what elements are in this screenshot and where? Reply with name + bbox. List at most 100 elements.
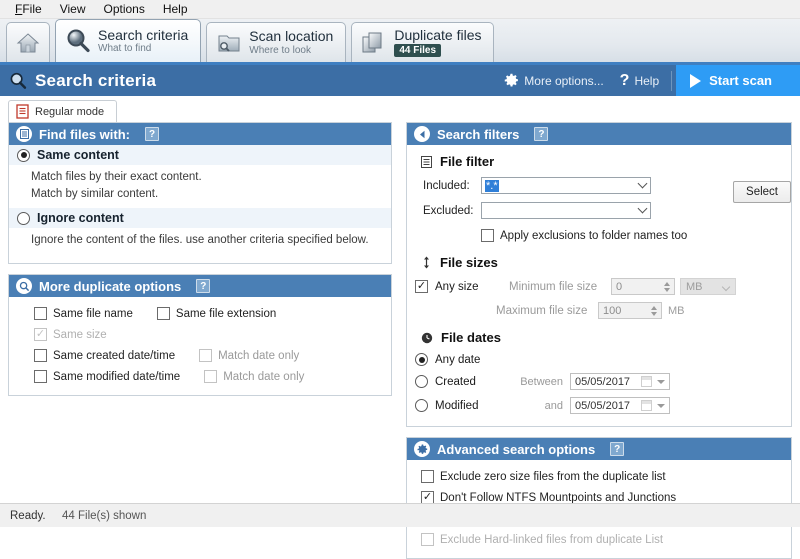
select-button-wrap: Select <box>721 175 791 203</box>
select-button[interactable]: Select <box>733 181 791 203</box>
find-files-help-icon[interactable]: ? <box>145 127 159 141</box>
chevron-down-icon[interactable] <box>721 282 731 292</box>
header-divider <box>671 70 673 91</box>
menu-item-view-label: View <box>59 2 86 16</box>
spinner-arrows[interactable] <box>660 279 673 294</box>
file-filter-fields: Included: *.* Excluded: Select <box>407 175 791 221</box>
checkbox-same-size: ✓ <box>34 328 47 342</box>
spinner-down-icon[interactable] <box>650 311 657 316</box>
checkbox-same-created-datetime[interactable] <box>34 349 47 363</box>
radio-modified-date[interactable] <box>415 399 428 412</box>
option-ignore-content[interactable]: Ignore content <box>9 208 391 229</box>
chevron-down-icon[interactable] <box>637 203 648 214</box>
checkbox-exclude-zero-size-files[interactable] <box>421 470 434 483</box>
checkbox-same-file-name-label: Same file name <box>53 307 133 320</box>
included-row: Included: *.* <box>407 175 721 196</box>
checkbox-same-file-extension[interactable] <box>156 307 170 321</box>
excluded-label: Excluded: <box>423 204 474 217</box>
modified-date-value: 05/05/2017 <box>575 399 631 412</box>
find-files-panel: Find files with: ? Same content Match fi… <box>8 122 392 265</box>
menu-item-options[interactable]: Options <box>94 0 153 18</box>
find-files-title: Find files with: <box>39 126 130 142</box>
help-button[interactable]: ? Help <box>612 65 667 96</box>
modified-date-input[interactable]: 05/05/2017 <box>570 397 670 414</box>
start-scan-button[interactable]: Start scan <box>676 65 800 96</box>
magnifier-icon <box>65 28 91 54</box>
created-date-input[interactable]: 05/05/2017 <box>570 373 670 390</box>
radio-same-content[interactable] <box>17 148 30 162</box>
play-icon <box>690 73 702 88</box>
file-filter-group-title: File filter <box>407 147 791 175</box>
spinner-down-icon[interactable] <box>663 287 670 292</box>
back-arrow-icon[interactable] <box>414 126 430 142</box>
checkbox-row: Same modified date/time Match date only <box>9 366 391 387</box>
tab-scan-location-subtitle: Where to look <box>249 44 311 56</box>
checkbox-same-file-name[interactable] <box>34 307 47 321</box>
included-input[interactable]: *.* <box>481 177 651 194</box>
gear-icon <box>504 73 519 88</box>
tab-regular-mode[interactable]: Regular mode <box>8 100 118 122</box>
tab-search-criteria[interactable]: Search criteria What to find <box>55 19 202 62</box>
menu-item-help[interactable]: Help <box>154 0 197 18</box>
checkbox-any-size-label: Any size <box>435 280 479 293</box>
file-filter-label: File filter <box>440 154 495 169</box>
radio-modified-date-label: Modified <box>435 399 479 412</box>
tab-regular-mode-label: Regular mode <box>35 105 105 118</box>
menu-item-view[interactable]: View <box>51 0 95 18</box>
radio-ignore-content[interactable] <box>17 211 30 225</box>
calendar-icon[interactable] <box>641 376 652 387</box>
menu-bar: FFile View Options Help <box>0 0 800 19</box>
resize-icon <box>421 256 432 269</box>
checkbox-same-size-label: Same size <box>53 328 107 341</box>
tab-duplicate-files[interactable]: Duplicate files 44 Files <box>351 22 495 62</box>
spinner-up-icon[interactable] <box>650 305 657 310</box>
checkbox-any-size[interactable]: ✓ <box>415 280 428 293</box>
home-icon <box>16 31 40 55</box>
tab-scan-location[interactable]: Scan location Where to look <box>206 22 347 62</box>
magnifier-icon <box>16 278 32 295</box>
minimum-file-size-input[interactable]: 0 <box>611 278 675 295</box>
included-label: Included: <box>423 179 470 192</box>
tab-duplicate-files-title: Duplicate files <box>394 26 482 43</box>
any-date-row[interactable]: Any date <box>407 351 791 368</box>
search-filters-header: Search filters ? <box>407 123 791 145</box>
more-duplicate-options-help-icon[interactable]: ? <box>196 279 211 294</box>
radio-any-date[interactable] <box>415 353 428 366</box>
advanced-search-options-help-icon[interactable]: ? <box>610 442 625 456</box>
ignore-content-desc-line-1: Ignore the content of the files. use ano… <box>31 234 369 247</box>
option-same-content[interactable]: Same content <box>9 145 391 165</box>
checkbox-same-modified-datetime[interactable] <box>34 370 47 384</box>
tab-home[interactable] <box>6 22 50 62</box>
minimum-unit-select[interactable]: MB <box>680 278 736 295</box>
tab-scan-location-title: Scan location <box>249 28 334 45</box>
status-bar: Ready. 44 File(s) shown <box>0 503 800 527</box>
maximum-file-size-label: Maximum file size <box>496 304 588 317</box>
chevron-down-icon[interactable] <box>657 404 665 408</box>
excluded-input[interactable] <box>481 202 651 219</box>
spinner-arrows[interactable] <box>647 303 660 318</box>
spinner-up-icon[interactable] <box>663 281 670 286</box>
documents-icon <box>361 30 387 56</box>
status-files-shown: 44 File(s) shown <box>62 509 147 522</box>
more-options-button[interactable]: More options... <box>496 65 611 96</box>
maximum-file-size-input[interactable]: 100 <box>598 302 662 319</box>
search-filters-title: Search filters <box>437 126 520 142</box>
checkbox-exclude-zero-size-files-label: Exclude zero size files from the duplica… <box>440 470 666 483</box>
apply-exclusions-row: Apply exclusions to folder names too <box>407 221 791 246</box>
help-label: Help <box>634 73 660 88</box>
radio-created-date[interactable] <box>415 375 428 388</box>
chevron-down-icon[interactable] <box>657 380 665 384</box>
included-value: *.* <box>485 179 499 192</box>
right-pane-inner: Search filters ? File filter Included: *… <box>400 96 800 559</box>
chevron-down-icon[interactable] <box>637 178 648 189</box>
any-size-row: ✓ Any size Minimum file size 0 MB <box>407 276 791 297</box>
checkbox-apply-exclusions-folder-names[interactable] <box>481 229 494 242</box>
menu-item-file[interactable]: FFile <box>6 0 51 18</box>
calendar-icon[interactable] <box>641 400 652 411</box>
search-filters-help-icon[interactable]: ? <box>534 127 549 141</box>
page-title: Search criteria <box>35 70 157 90</box>
minimum-unit-value: MB <box>686 280 703 293</box>
main-content: Regular mode Find files with: ? Same con… <box>0 96 800 559</box>
advanced-search-options-header: Advanced search options ? <box>407 438 791 460</box>
maximum-file-size-value: 100 <box>603 304 622 317</box>
